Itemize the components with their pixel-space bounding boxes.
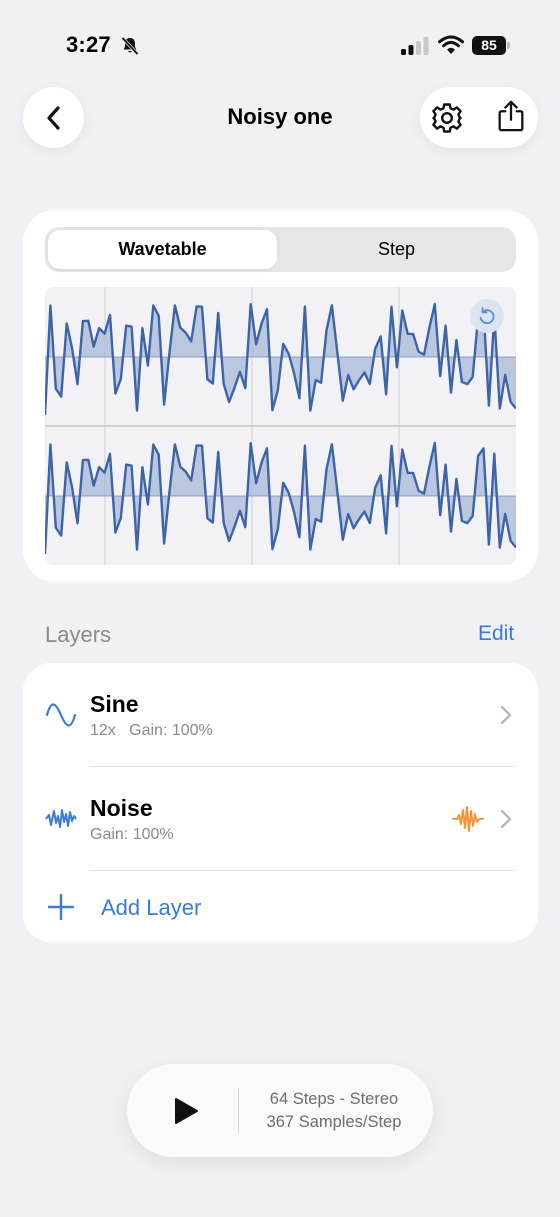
mode-segmented-control: Wavetable Step — [45, 227, 516, 272]
layers-section-title: Layers — [45, 622, 112, 647]
layer-name: Noise — [90, 795, 153, 821]
reset-button[interactable] — [470, 299, 504, 333]
nav-actions — [420, 87, 538, 148]
layer-row-sine[interactable]: Sine 12x Gain: 100% — [23, 663, 538, 767]
layer-count: 12x — [90, 722, 116, 739]
noise-wave-icon — [45, 809, 77, 828]
sine-wave-icon — [45, 703, 77, 727]
chevron-right-icon — [500, 809, 512, 829]
segment-wavetable[interactable]: Wavetable — [48, 230, 277, 269]
signal-icon — [401, 37, 429, 55]
battery-icon: 85 — [472, 36, 512, 55]
layer-row-noise[interactable]: Noise Gain: 100% — [23, 767, 538, 871]
playback-bar: 64 Steps - Stereo 367 Samples/Step — [127, 1064, 433, 1157]
samples-info: 367 Samples/Step — [266, 1113, 402, 1131]
noise-burst-icon — [452, 806, 484, 832]
layer-gain: Gain: 100% — [129, 722, 213, 739]
gear-icon[interactable] — [430, 101, 464, 135]
bell-slash-icon — [121, 36, 139, 56]
waveform-graph — [45, 287, 516, 565]
reset-icon — [479, 307, 495, 324]
wavetable-card: Wavetable Step — [23, 210, 538, 582]
layer-name: Sine — [90, 691, 139, 717]
add-layer-label: Add Layer — [101, 895, 202, 920]
battery-level: 85 — [472, 36, 506, 55]
steps-info: 64 Steps - Stereo — [269, 1090, 399, 1108]
waveform-display[interactable] — [45, 287, 516, 565]
play-icon[interactable] — [173, 1097, 199, 1125]
plus-icon — [47, 893, 75, 921]
edit-button[interactable]: Edit — [478, 622, 514, 646]
status-time: 3:27 — [66, 32, 111, 57]
chevron-right-icon — [500, 705, 512, 725]
layers-list: Sine 12x Gain: 100% Noise Gain: 100% Add… — [23, 663, 538, 942]
segment-step[interactable]: Step — [280, 230, 513, 269]
add-layer-button[interactable]: Add Layer — [23, 871, 538, 942]
share-icon[interactable] — [494, 99, 528, 133]
wifi-icon — [438, 35, 464, 54]
layer-gain: Gain: 100% — [90, 826, 174, 843]
layer-details: 12x Gain: 100% — [90, 722, 213, 740]
